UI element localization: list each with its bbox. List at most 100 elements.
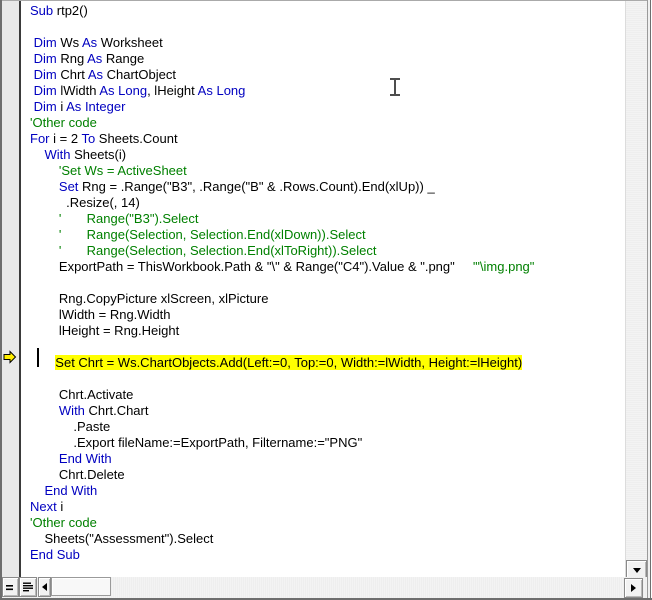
vertical-scrollbar[interactable] — [625, 1, 647, 580]
code-token: ChartObject — [102, 67, 176, 82]
code-token: lWidth = Rng.Width — [30, 307, 171, 322]
code-token: End Sub — [30, 547, 80, 562]
code-line[interactable]: .Paste — [30, 419, 625, 435]
code-token: Dim — [33, 35, 57, 50]
code-token: '"\img.png" — [454, 259, 535, 274]
code-line[interactable]: lHeight = Rng.Height — [30, 323, 625, 339]
code-line[interactable]: Dim Chrt As ChartObject — [30, 67, 625, 83]
code-lines: Sub rtp2() Dim Ws As Worksheet Dim Rng A… — [21, 1, 625, 563]
execution-point-arrow-icon — [3, 350, 17, 364]
code-token: ' Range(Selection, Selection.End(xlDown)… — [58, 227, 366, 242]
horizontal-scroll-thumb[interactable] — [51, 577, 111, 596]
code-line[interactable]: Next i — [30, 499, 625, 515]
code-editor[interactable]: Sub rtp2() Dim Ws As Worksheet Dim Rng A… — [21, 1, 625, 577]
code-line[interactable]: 'Set Ws = ActiveSheet — [30, 163, 625, 179]
code-token: 'Set Ws = ActiveSheet — [58, 163, 187, 178]
code-line[interactable]: Dim Rng As Range — [30, 51, 625, 67]
code-line[interactable]: With Chrt.Chart — [30, 403, 625, 419]
code-token: Integer — [84, 99, 126, 114]
code-token: Worksheet — [97, 35, 163, 50]
code-token: Chrt — [56, 67, 88, 82]
code-token: To — [81, 131, 96, 146]
code-token: Dim — [33, 99, 57, 114]
code-line[interactable] — [30, 19, 625, 35]
code-line[interactable]: Dim lWidth As Long, lHeight As Long — [30, 83, 625, 99]
code-token: Next — [30, 499, 57, 514]
code-token: .Paste — [30, 419, 111, 434]
code-token: lHeight = Rng.Height — [30, 323, 180, 338]
code-token: Chrt.Activate — [30, 387, 134, 402]
window-right-border — [647, 0, 652, 600]
code-token: As — [82, 35, 98, 50]
code-token: As — [66, 99, 82, 114]
code-token: Long — [216, 83, 246, 98]
left-triangle-icon — [42, 583, 47, 591]
code-token: Set — [58, 179, 79, 194]
scroll-left-button[interactable] — [38, 577, 51, 597]
code-token: Rng = .Range("B3", .Range("B" & .Rows.Co… — [78, 179, 435, 194]
ibeam-cursor-icon — [390, 78, 400, 96]
code-line[interactable]: ' Range("B3").Select — [30, 211, 625, 227]
code-token: i = 2 — [49, 131, 82, 146]
horizontal-scrollbar[interactable] — [2, 577, 647, 598]
code-line[interactable]: With Sheets(i) — [30, 147, 625, 163]
code-line[interactable]: Chrt.Delete — [30, 467, 625, 483]
margin-indicator-bar[interactable] — [2, 1, 21, 577]
right-triangle-icon — [631, 584, 636, 592]
code-token: Sub — [30, 3, 54, 18]
code-line[interactable]: Rng.CopyPicture xlScreen, xlPicture — [30, 291, 625, 307]
code-token: ' Range("B3").Select — [58, 211, 199, 226]
code-line[interactable]: Sub rtp2() — [30, 3, 625, 19]
code-line[interactable]: ' Range(Selection, Selection.End(xlToRig… — [30, 243, 625, 259]
code-line[interactable]: Dim i As Integer — [30, 99, 625, 115]
execution-point-line[interactable]: Set Chrt = Ws.ChartObjects.Add(Left:=0, … — [30, 355, 625, 371]
code-token: Chrt.Delete — [30, 467, 125, 482]
code-line[interactable]: Dim Ws As Worksheet — [30, 35, 625, 51]
code-token: Set Chrt = Ws.ChartObjects.Add(Left:=0, … — [55, 355, 523, 370]
code-token: .Export fileName:=ExportPath, Filtername… — [30, 435, 363, 450]
scroll-right-button[interactable] — [624, 578, 643, 598]
code-line[interactable]: 'Other code — [30, 515, 625, 531]
down-triangle-icon — [632, 567, 641, 573]
code-token: rtp2() — [53, 3, 88, 18]
code-token: Sheets.Count — [95, 131, 178, 146]
code-line[interactable]: 'Other code — [30, 115, 625, 131]
code-token: As — [87, 51, 103, 66]
code-token: 'Other code — [30, 515, 97, 530]
code-token: For — [30, 131, 50, 146]
code-line[interactable]: Set Rng = .Range("B3", .Range("B" & .Row… — [30, 179, 625, 195]
code-token: lWidth — [56, 83, 100, 98]
procedure-view-button[interactable] — [2, 577, 19, 597]
code-token: 'Other code — [30, 115, 97, 130]
code-line[interactable]: For i = 2 To Sheets.Count — [30, 131, 625, 147]
code-line[interactable] — [30, 371, 625, 387]
code-line[interactable]: .Export fileName:=ExportPath, Filtername… — [30, 435, 625, 451]
code-line[interactable] — [30, 339, 625, 355]
code-token: Range — [102, 51, 145, 66]
code-line[interactable]: lWidth = Rng.Width — [30, 307, 625, 323]
code-line[interactable]: .Resize(, 14) — [30, 195, 625, 211]
full-module-view-button[interactable] — [19, 577, 37, 597]
code-line[interactable] — [30, 275, 625, 291]
code-token: Sheets("Assessment").Select — [30, 531, 214, 546]
code-line[interactable]: ExportPath = ThisWorkbook.Path & "\" & R… — [30, 259, 625, 275]
code-token: ' Range(Selection, Selection.End(xlToRig… — [58, 243, 377, 258]
code-line[interactable]: ' Range(Selection, Selection.End(xlDown)… — [30, 227, 625, 243]
code-token: With — [44, 147, 71, 162]
code-token: As — [197, 83, 213, 98]
code-line[interactable]: End Sub — [30, 547, 625, 563]
code-line[interactable]: End With — [30, 451, 625, 467]
code-token: .Resize(, 14) — [30, 195, 140, 210]
code-token: End With — [44, 483, 98, 498]
code-line[interactable]: Sheets("Assessment").Select — [30, 531, 625, 547]
code-line[interactable]: Chrt.Activate — [30, 387, 625, 403]
code-line[interactable]: End With — [30, 483, 625, 499]
